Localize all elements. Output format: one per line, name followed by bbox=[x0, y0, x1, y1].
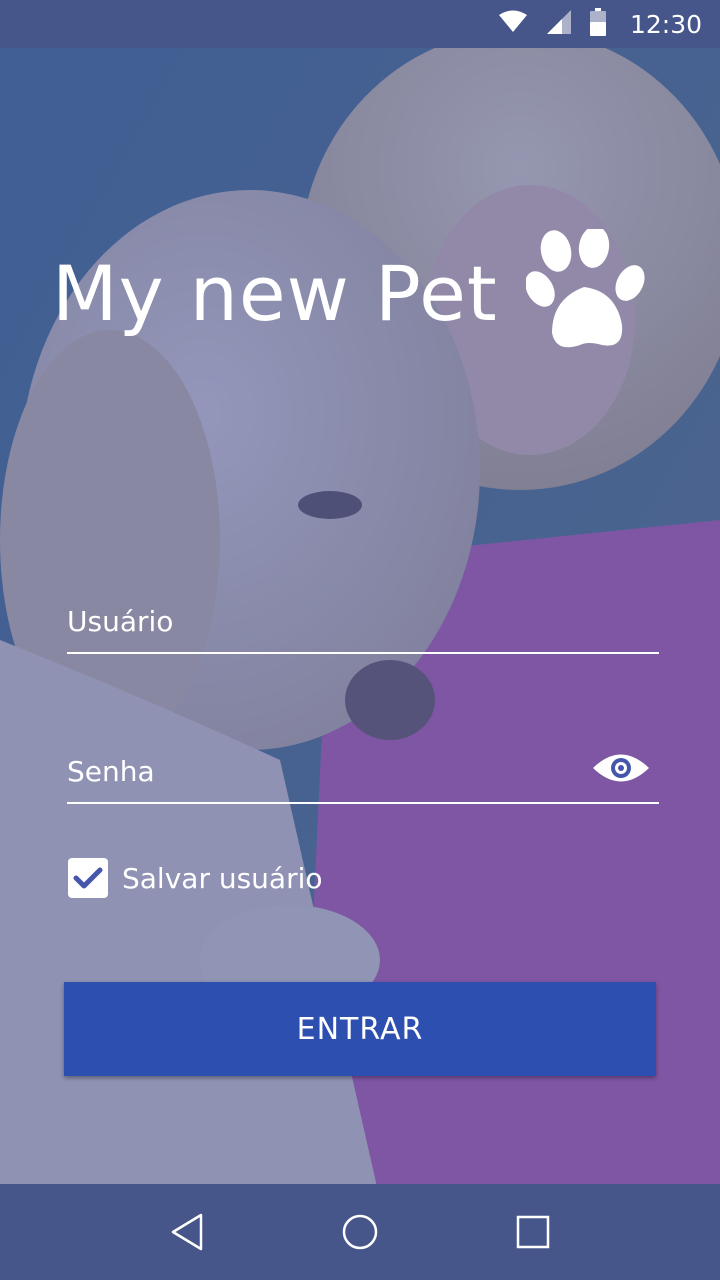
login-screen: 12:30 My new Pet Usuário Salvar usuário … bbox=[0, 0, 720, 1280]
remember-user-row[interactable]: Salvar usuário bbox=[68, 856, 323, 900]
remember-user-checkbox[interactable] bbox=[68, 858, 108, 898]
wifi-icon bbox=[498, 10, 528, 38]
signal-icon bbox=[546, 9, 572, 39]
status-time: 12:30 bbox=[629, 9, 702, 39]
username-field-container bbox=[67, 590, 659, 654]
paw-icon bbox=[524, 226, 650, 357]
password-field-container bbox=[67, 740, 659, 804]
check-icon bbox=[73, 867, 103, 889]
home-icon[interactable] bbox=[330, 1202, 390, 1262]
battery-icon bbox=[589, 8, 606, 40]
navigation-bar bbox=[0, 1184, 720, 1280]
eye-icon[interactable] bbox=[591, 748, 651, 788]
remember-user-label: Salvar usuário bbox=[122, 861, 323, 895]
login-button[interactable]: ENTRAR bbox=[64, 982, 656, 1076]
app-title: My new Pet bbox=[52, 248, 498, 338]
username-input[interactable] bbox=[67, 604, 659, 638]
back-icon[interactable] bbox=[157, 1202, 217, 1262]
app-header: My new Pet bbox=[52, 226, 682, 358]
recents-icon[interactable] bbox=[503, 1202, 563, 1262]
status-bar: 12:30 bbox=[0, 0, 720, 48]
password-input[interactable] bbox=[67, 754, 659, 788]
